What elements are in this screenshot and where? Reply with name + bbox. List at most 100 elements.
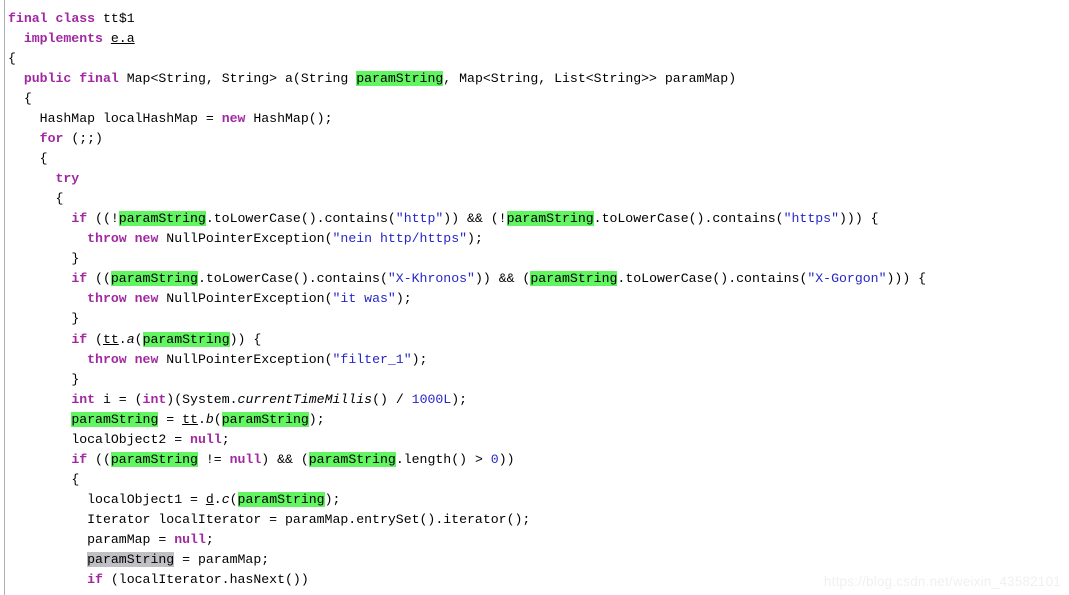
code-token: if [87, 571, 103, 587]
code-line[interactable]: throw new NullPointerException("filter_1… [8, 350, 1069, 370]
code-line[interactable]: } [8, 249, 1069, 269]
code-token: ); [451, 391, 468, 407]
search-match-highlight: paramString [118, 211, 206, 227]
code-token: HashMap(); [245, 111, 333, 127]
search-match-highlight: paramString [237, 491, 325, 507]
code-token: "http" [395, 211, 444, 227]
code-line[interactable]: throw new NullPointerException("nein htt… [8, 229, 1069, 249]
code-token: localObject2 = [71, 431, 191, 447]
code-token: try [55, 171, 80, 187]
code-token: ( [87, 331, 103, 347]
code-token: i = ( [95, 391, 143, 407]
code-line[interactable]: Iterator localIterator = paramMap.entryS… [8, 510, 1069, 530]
code-line[interactable]: if ((!paramString.toLowerCase().contains… [8, 209, 1069, 229]
code-token: ) && ( [261, 451, 309, 467]
code-token: . [213, 491, 222, 507]
code-token: )) && ( [474, 271, 531, 287]
code-token: d [205, 491, 214, 507]
code-line[interactable]: { [8, 189, 1069, 209]
code-line[interactable]: try [8, 169, 1069, 189]
code-token: = [158, 411, 183, 427]
code-token: .toLowerCase().contains( [617, 271, 808, 287]
code-token: new [134, 351, 159, 367]
code-line[interactable]: localObject1 = d.c(paramString); [8, 490, 1069, 510]
code-line[interactable]: if ((paramString.toLowerCase().contains(… [8, 269, 1069, 289]
code-token: null [229, 451, 262, 467]
code-token: NullPointerException( [158, 231, 333, 247]
search-match-highlight: paramString [110, 271, 198, 287]
code-line[interactable]: paramMap = null; [8, 530, 1069, 550]
code-listing[interactable]: final class tt$1 implements e.a { public … [8, 9, 1069, 590]
code-token: NullPointerException( [158, 291, 333, 307]
code-token: new [221, 111, 246, 127]
code-token: throw [87, 351, 127, 367]
code-token: null [190, 431, 222, 447]
code-token: (;;) [63, 131, 103, 147]
code-line[interactable]: { [8, 49, 1069, 69]
code-line[interactable]: public final Map<String, String> a(Strin… [8, 69, 1069, 89]
code-token: public [23, 71, 72, 87]
code-token: . [197, 411, 206, 427]
code-token: } [71, 371, 80, 387]
code-line[interactable]: { [8, 149, 1069, 169]
code-token: int [142, 391, 167, 407]
code-line[interactable]: throw new NullPointerException("it was")… [8, 289, 1069, 309]
code-token: final [8, 11, 48, 26]
code-token: { [8, 51, 16, 67]
code-line[interactable]: final class tt$1 [8, 9, 1069, 29]
search-current-match-highlight: paramString [87, 551, 175, 567]
code-token: )) { [229, 331, 262, 347]
code-line[interactable]: HashMap localHashMap = new HashMap(); [8, 109, 1069, 129]
code-line[interactable]: if ((paramString != null) && (paramStrin… [8, 450, 1069, 470]
code-token: ); [467, 231, 483, 247]
code-token: } [71, 251, 80, 267]
code-token: .toLowerCase().contains( [593, 211, 784, 227]
code-token: ); [395, 291, 412, 307]
search-match-highlight: paramString [221, 411, 309, 427]
code-line[interactable]: } [8, 370, 1069, 390]
code-line[interactable]: paramString = tt.b(paramString); [8, 410, 1069, 430]
code-token: tt [102, 331, 119, 347]
gutter-divider [4, 0, 5, 595]
code-line[interactable]: { [8, 470, 1069, 490]
code-token: )) [498, 451, 515, 467]
code-token: (( [87, 451, 111, 467]
search-match-highlight: paramString [530, 271, 618, 287]
code-token: (localIterator.hasNext()) [102, 571, 309, 587]
code-token: ( [229, 491, 238, 507]
code-token: ; [205, 531, 214, 547]
code-token: "X-Gorgon" [807, 271, 887, 287]
code-token: for [39, 131, 64, 147]
code-token: new [134, 231, 159, 247]
code-token: Iterator localIterator = paramMap.entryS… [87, 511, 531, 527]
code-line[interactable]: paramString = paramMap; [8, 550, 1069, 570]
code-token: )) && (! [443, 211, 507, 227]
code-token: currentTimeMillis [237, 391, 373, 407]
code-token: { [23, 91, 32, 107]
code-line[interactable]: { [8, 89, 1069, 109]
code-line[interactable]: int i = (int)(System.currentTimeMillis()… [8, 390, 1069, 410]
code-line[interactable]: for (;;) [8, 129, 1069, 149]
code-line[interactable]: if (tt.a(paramString)) { [8, 330, 1069, 350]
code-token: paramMap = [87, 531, 175, 547]
decompiler-code-pane[interactable]: final class tt$1 implements e.a { public … [0, 0, 1069, 595]
code-line[interactable]: implements e.a [8, 29, 1069, 49]
code-line[interactable]: localObject2 = null; [8, 430, 1069, 450]
code-token: 0 [490, 451, 499, 467]
search-match-highlight: paramString [142, 331, 230, 347]
code-line[interactable]: } [8, 309, 1069, 329]
